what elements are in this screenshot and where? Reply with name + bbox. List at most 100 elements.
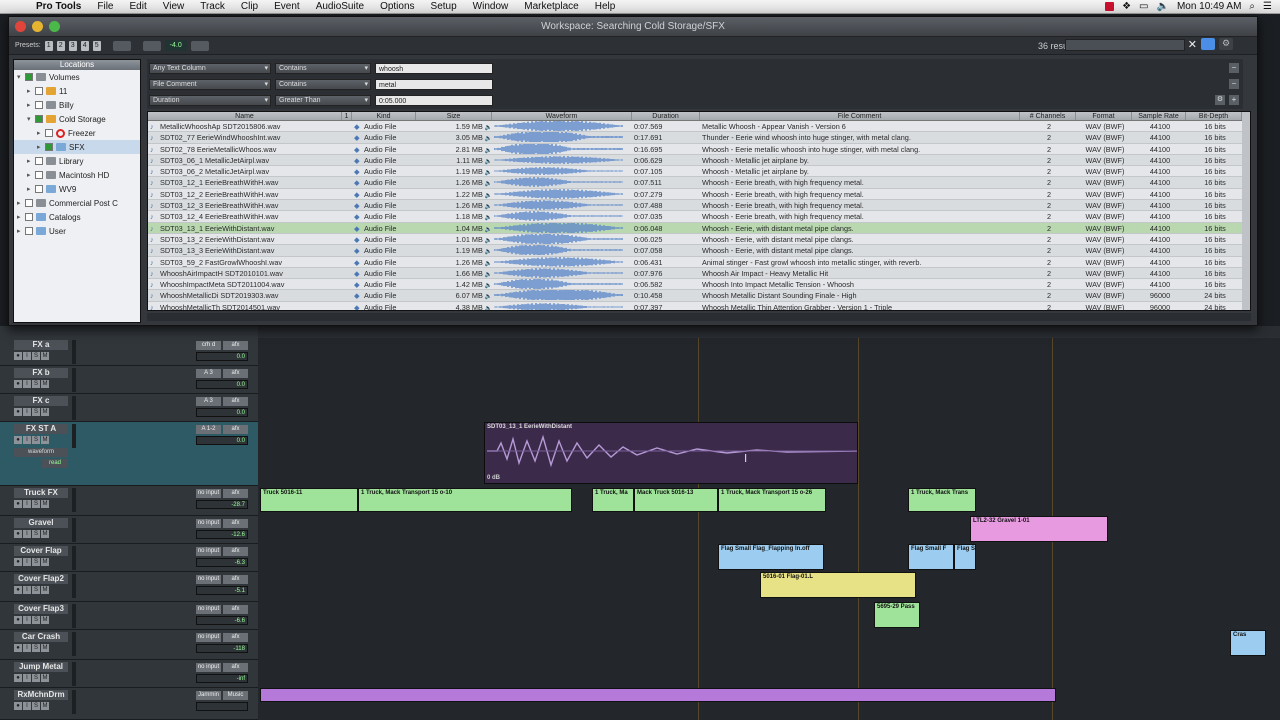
track-name[interactable]: Gravel bbox=[14, 518, 68, 528]
track-volume[interactable]: -118 bbox=[196, 644, 248, 653]
menu-button[interactable] bbox=[112, 40, 131, 51]
track-output-select[interactable]: afx bbox=[223, 575, 248, 584]
preset-button-5[interactable]: 5 bbox=[92, 40, 101, 51]
solo-button[interactable]: S bbox=[32, 558, 40, 566]
location-11[interactable]: ▸ 11 bbox=[14, 84, 140, 98]
track-volume[interactable]: 0.0 bbox=[196, 408, 248, 417]
table-row[interactable]: ♪ SDT03_13_2 EerieWithDistant.wav ◆ Audio F… bbox=[148, 233, 1250, 246]
track-view-select[interactable]: waveform bbox=[14, 448, 68, 457]
track-output-select[interactable]: Music bbox=[223, 691, 248, 700]
track-name[interactable]: Truck FX bbox=[14, 488, 68, 498]
solo-button[interactable]: S bbox=[32, 408, 40, 416]
clip-gravel[interactable]: LTL2-32 Gravel 1-01 bbox=[970, 516, 1108, 542]
mute-button[interactable]: M bbox=[41, 380, 49, 388]
menu-event[interactable]: Event bbox=[266, 1, 308, 12]
clip-truck-3[interactable]: 1 Truck, Ma bbox=[592, 488, 634, 512]
preview-speaker-icon[interactable]: 🔈 bbox=[483, 159, 492, 165]
clock[interactable]: Mon 10:49 AM bbox=[1177, 1, 1241, 12]
track-input-select[interactable]: no input bbox=[196, 605, 221, 614]
criteria-value-input[interactable]: 0:05.000 bbox=[375, 94, 493, 106]
track-output-select[interactable]: afx bbox=[223, 663, 248, 672]
preset-button-1[interactable]: 1 bbox=[44, 40, 53, 51]
track-output-select[interactable]: afx bbox=[223, 369, 248, 378]
track-output-select[interactable]: afx bbox=[223, 605, 248, 614]
track-jump-metal[interactable]: Jump Metal ● I S M no input afx -inf bbox=[0, 660, 258, 688]
table-row[interactable]: ♪ SDT03_12_1 EerieBreathWithH.wav ◆ Audio F… bbox=[148, 177, 1250, 189]
mute-button[interactable]: M bbox=[41, 586, 49, 594]
preset-button-3[interactable]: 3 bbox=[68, 40, 77, 51]
clip-music[interactable] bbox=[260, 688, 1056, 702]
criteria-op-select[interactable]: Greater Than bbox=[275, 94, 371, 106]
clip-flap-2[interactable]: Flag Small F bbox=[908, 544, 954, 570]
track-input-select[interactable]: no input bbox=[196, 547, 221, 556]
track-input-select[interactable]: A 3 bbox=[196, 369, 221, 378]
location-wv9[interactable]: ▸ WV9 bbox=[14, 182, 140, 196]
criteria-op-select[interactable]: Contains bbox=[275, 62, 371, 74]
record-enable-button[interactable]: ● bbox=[14, 500, 22, 508]
track-name[interactable]: FX b bbox=[14, 368, 68, 378]
preview-speaker-icon[interactable]: 🔈 bbox=[483, 306, 492, 310]
track-input-select[interactable]: no input bbox=[196, 489, 221, 498]
clip-pass[interactable]: 5695-29 Pass bbox=[874, 602, 920, 628]
clip-flap-1[interactable]: Flag Small Flag_Flapping In.off bbox=[718, 544, 824, 570]
track-input-select[interactable]: no input bbox=[196, 633, 221, 642]
preview-speaker-icon[interactable]: 🔈 bbox=[483, 136, 492, 142]
input-monitor-button[interactable]: I bbox=[23, 380, 31, 388]
app-menu[interactable]: Pro Tools bbox=[28, 1, 89, 12]
record-enable-button[interactable]: ● bbox=[14, 558, 22, 566]
track-input-select[interactable]: crh d bbox=[196, 341, 221, 350]
preview-speaker-icon[interactable]: 🔈 bbox=[483, 283, 492, 289]
clip-flag-01[interactable]: 5016-01 Flag-01.L bbox=[760, 572, 916, 598]
loop-button[interactable] bbox=[190, 40, 209, 51]
input-monitor-button[interactable]: I bbox=[23, 408, 31, 416]
track-volume[interactable]: -inf bbox=[196, 674, 248, 683]
criteria-field-select[interactable]: File Comment bbox=[149, 78, 271, 90]
track-truck-fx[interactable]: Truck FX ● I S M no input afx -28.7 bbox=[0, 486, 258, 516]
location-volumes[interactable]: ▾ Volumes bbox=[14, 70, 140, 84]
preview-speaker-icon[interactable]: 🔈 bbox=[483, 238, 492, 244]
automation-mode-select[interactable]: read bbox=[42, 459, 68, 468]
workspace-titlebar[interactable]: Workspace: Searching Cold Storage/SFX bbox=[9, 17, 1257, 37]
clip-truck-4[interactable]: Mack Truck 5016-13 bbox=[634, 488, 718, 512]
menu-audiosuite[interactable]: AudioSuite bbox=[308, 1, 372, 12]
table-row[interactable]: ♪ WhooshImpactMeta SDT2011004.wav ◆ Audio F… bbox=[148, 279, 1250, 291]
solo-button[interactable]: S bbox=[32, 616, 40, 624]
track-volume[interactable] bbox=[196, 702, 248, 711]
add-criteria-button[interactable]: + bbox=[1229, 95, 1239, 105]
mute-button[interactable]: M bbox=[41, 674, 49, 682]
table-vertical-scrollbar[interactable] bbox=[1242, 112, 1250, 310]
track-input-select[interactable]: no input bbox=[196, 575, 221, 584]
record-enable-button[interactable]: ● bbox=[14, 408, 22, 416]
track-input-select[interactable]: no input bbox=[196, 663, 221, 672]
input-monitor-button[interactable]: I bbox=[23, 436, 31, 444]
criteria-field-select[interactable]: Duration bbox=[149, 94, 271, 106]
track-name[interactable]: FX ST A bbox=[14, 424, 68, 434]
location-commercial-post[interactable]: ▸ Commercial Post C bbox=[14, 196, 140, 210]
record-enable-button[interactable]: ● bbox=[14, 380, 22, 388]
clear-search-icon[interactable]: ✕ bbox=[1188, 38, 1197, 51]
col-kind[interactable]: Kind bbox=[352, 112, 416, 120]
table-horizontal-scrollbar[interactable] bbox=[147, 313, 1251, 321]
record-enable-button[interactable]: ● bbox=[14, 586, 22, 594]
location-freezer[interactable]: ▸ Freezer bbox=[14, 126, 140, 140]
preview-speaker-icon[interactable]: 🔈 bbox=[483, 215, 492, 221]
track-volume[interactable]: -5.1 bbox=[196, 586, 248, 595]
table-row[interactable]: ♪ SDT02_77 EerieWindWhooshInt.wav ◆ Audio F… bbox=[148, 132, 1250, 144]
menu-marketplace[interactable]: Marketplace bbox=[516, 1, 586, 12]
mute-button[interactable]: M bbox=[41, 702, 49, 710]
track-volume[interactable]: -12.6 bbox=[196, 530, 248, 539]
spotlight-icon[interactable]: ⌕ bbox=[1249, 1, 1255, 12]
notification-icon[interactable]: ☰ bbox=[1263, 1, 1272, 12]
table-row[interactable]: ♪ WhooshAirImpactH SDT2010101.wav ◆ Audio F… bbox=[148, 268, 1250, 280]
track-output-select[interactable]: afx bbox=[223, 341, 248, 350]
track-output-select[interactable]: afx bbox=[223, 489, 248, 498]
clip-truck-2[interactable]: 1 Truck, Mack Transport 15 o-10 bbox=[358, 488, 572, 512]
track-volume[interactable]: 0.0 bbox=[196, 436, 248, 445]
solo-button[interactable]: S bbox=[32, 674, 40, 682]
track-name[interactable]: Car Crash bbox=[14, 632, 68, 642]
track-fx-b[interactable]: FX b ● I S M A 3 afx 0.0 bbox=[0, 366, 258, 394]
mute-button[interactable]: M bbox=[41, 530, 49, 538]
solo-button[interactable]: S bbox=[32, 352, 40, 360]
clip-truck-5[interactable]: 1 Truck, Mack Transport 15 o-26 bbox=[718, 488, 826, 512]
mute-button[interactable]: M bbox=[41, 500, 49, 508]
